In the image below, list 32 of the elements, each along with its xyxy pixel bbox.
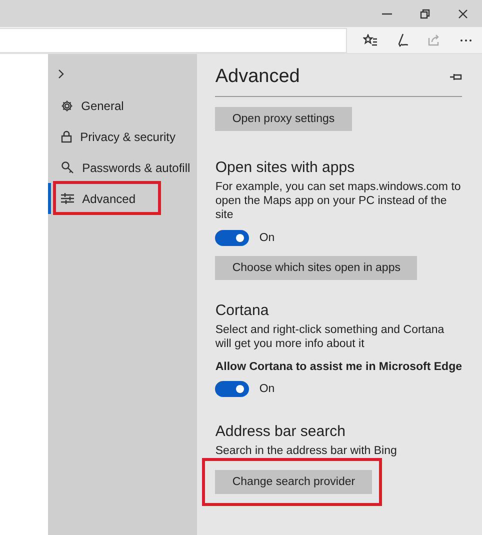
minimize-icon <box>382 12 392 14</box>
action-button[interactable]: Choose which sites open in apps <box>215 256 418 280</box>
section-title: Cortana <box>215 302 269 319</box>
pin-icon[interactable] <box>450 73 462 81</box>
section-title: Address bar search <box>215 423 346 440</box>
toggle-label: On <box>259 232 275 244</box>
toggle-label: On <box>259 383 275 395</box>
gear-icon <box>61 100 74 112</box>
action-button[interactable]: Open proxy settings <box>215 107 352 131</box>
pen-icon <box>396 33 408 47</box>
toggle-switch[interactable] <box>215 381 250 397</box>
chevron-right-icon <box>58 69 64 79</box>
setting-label: Allow Cortana to assist me in Microsoft Edge <box>215 361 462 373</box>
star-list-icon <box>363 34 377 46</box>
share-icon <box>428 34 440 46</box>
action-button[interactable]: Change search provider <box>215 470 372 494</box>
sliders-icon <box>61 193 74 204</box>
section-description: Select and right-click something and Cortana will get you more info about it <box>215 323 446 351</box>
more-icon <box>460 38 472 42</box>
toggle-switch[interactable] <box>215 230 250 246</box>
sidebar-item[interactable]: Privacy & security <box>48 121 198 152</box>
section-description: Search in the address bar with Bing <box>215 444 397 458</box>
restore-icon <box>420 8 430 18</box>
sidebar-item[interactable]: General <box>48 90 198 121</box>
section-description: For example, you can set maps.windows.com to open the Maps app on your PC instead of the site <box>215 180 462 222</box>
sidebar-item[interactable]: Passwords & autofill <box>48 152 198 183</box>
address-field[interactable] <box>0 28 347 52</box>
lock-icon <box>61 130 72 143</box>
panel-title: Advanced <box>215 66 300 88</box>
section-title: Open sites with apps <box>215 159 355 176</box>
close-icon <box>458 8 468 18</box>
key-icon <box>61 161 74 174</box>
